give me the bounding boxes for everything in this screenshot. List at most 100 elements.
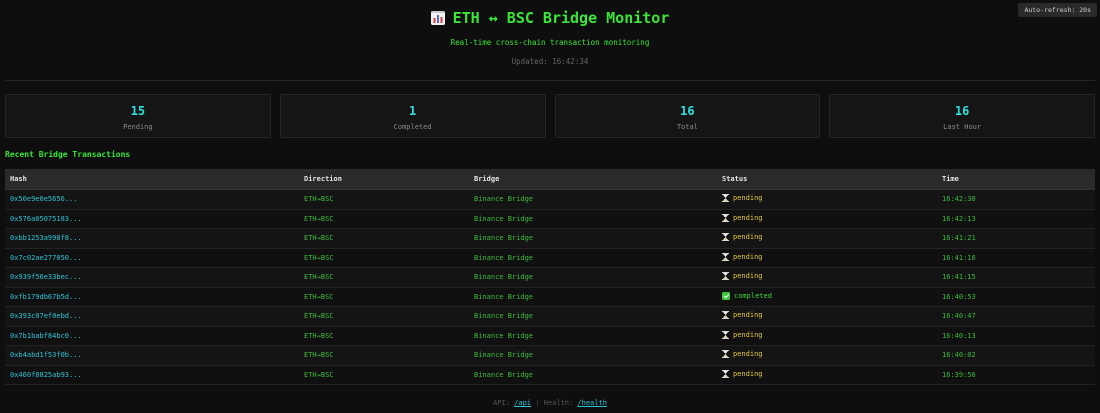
table-row: 0x7b1babf84bc0... ETH→BSC Binance Bridge pe… <box>5 326 1095 346</box>
tx-time: 16:42:13 <box>937 209 1095 229</box>
health-link[interactable]: /health <box>577 399 607 407</box>
tx-time: 16:41:21 <box>937 228 1095 249</box>
footer-health-label: Health: <box>543 399 574 407</box>
tx-status-cell: pending <box>717 345 937 366</box>
tx-hash[interactable]: 0x939f56e33bec... <box>5 267 299 288</box>
status-badge: pending <box>722 252 763 261</box>
check-icon <box>722 291 730 300</box>
tx-bridge: Binance Bridge <box>469 189 717 210</box>
hourglass-icon <box>722 194 729 203</box>
status-badge: pending <box>722 233 763 242</box>
tx-hash[interactable]: 0xb4abd1f53f0b... <box>5 345 299 366</box>
status-label: pending <box>733 350 763 359</box>
footer: API: /api | Health: /health <box>0 399 1100 407</box>
status-label: pending <box>733 311 763 320</box>
table-body: 0x50e9e0e5656... ETH→BSC Binance Bridge pen… <box>5 189 1095 385</box>
status-label: pending <box>733 369 763 378</box>
stat-card-last-hour: 16 Last Hour <box>829 94 1095 138</box>
table-row: 0x576a05075183... ETH→BSC Binance Bridge pe… <box>5 209 1095 229</box>
tx-direction: ETH→BSC <box>299 306 469 327</box>
status-label: pending <box>733 233 763 242</box>
status-badge: completed <box>722 291 772 300</box>
stat-label: Completed <box>393 123 432 131</box>
tx-hash[interactable]: 0xbb1253a998f8... <box>5 228 299 249</box>
tx-bridge: Binance Bridge <box>469 345 717 366</box>
bridge-monitor-page: Auto-refresh: 20s ETH ↔ BSC Bridge Monit… <box>0 0 1100 413</box>
stat-label: Last Hour <box>943 123 982 131</box>
tx-hash[interactable]: 0x7b1babf84bc0... <box>5 326 299 346</box>
tx-time: 16:40:02 <box>937 345 1095 366</box>
column-header-bridge: Bridge <box>469 169 717 190</box>
stat-value: 1 <box>409 104 417 118</box>
tx-time: 16:41:15 <box>937 267 1095 288</box>
table-row: 0xfb179db67b5d... ETH→BSC Binance Bridge co… <box>5 287 1095 307</box>
tx-direction: ETH→BSC <box>299 189 469 210</box>
tx-hash[interactable]: 0xfb179db67b5d... <box>5 287 299 307</box>
bar-chart-icon <box>430 11 445 25</box>
stats-row: 15 Pending 1 Completed 16 Total 16 Last … <box>0 81 1100 138</box>
hourglass-icon <box>722 369 729 378</box>
tx-status-cell: pending <box>717 365 937 385</box>
tx-status-cell: pending <box>717 267 937 288</box>
tx-status-cell: pending <box>717 248 937 268</box>
tx-direction: ETH→BSC <box>299 209 469 229</box>
tx-status-cell: pending <box>717 326 937 346</box>
status-label: pending <box>733 213 763 222</box>
section-title: Recent Bridge Transactions <box>5 150 131 159</box>
status-badge: pending <box>722 194 763 203</box>
column-header-hash: Hash <box>5 169 299 190</box>
tx-hash[interactable]: 0x393c07ef0ebd... <box>5 306 299 327</box>
stat-value: 15 <box>130 104 146 118</box>
status-badge: pending <box>722 369 763 378</box>
stat-card-total: 16 Total <box>554 94 821 138</box>
column-header-time: Time <box>937 169 1095 190</box>
tx-direction: ETH→BSC <box>299 267 469 288</box>
hourglass-icon <box>722 213 729 222</box>
tx-bridge: Binance Bridge <box>469 287 717 307</box>
tx-direction: ETH→BSC <box>299 345 469 366</box>
tx-bridge: Binance Bridge <box>469 209 717 229</box>
tx-bridge: Binance Bridge <box>469 248 717 268</box>
status-label: pending <box>733 194 763 203</box>
tx-status-cell: pending <box>717 209 937 229</box>
tx-time: 16:40:13 <box>937 326 1095 346</box>
status-badge: pending <box>722 272 763 281</box>
tx-status-cell: pending <box>717 189 937 210</box>
table-row: 0xbb1253a998f8... ETH→BSC Binance Bridge pe… <box>5 228 1095 249</box>
stat-value: 16 <box>680 104 695 118</box>
tx-time: 16:41:16 <box>937 248 1095 268</box>
status-label: completed <box>734 291 772 300</box>
tx-hash[interactable]: 0x460f8825ab93... <box>5 365 299 385</box>
api-link[interactable]: /api <box>514 399 531 407</box>
hourglass-icon <box>722 311 729 320</box>
tx-hash[interactable]: 0x7c02ae277050... <box>5 248 299 268</box>
tx-bridge: Binance Bridge <box>469 326 717 346</box>
tx-hash[interactable]: 0x50e9e0e5656... <box>5 189 299 210</box>
status-badge: pending <box>722 213 763 222</box>
tx-bridge: Binance Bridge <box>469 365 717 385</box>
page-title-text: ETH ↔ BSC Bridge Monitor <box>452 9 670 27</box>
tx-time: 16:40:53 <box>937 287 1095 307</box>
stat-value: 16 <box>954 104 970 118</box>
tx-direction: ETH→BSC <box>299 287 469 307</box>
tx-time: 16:42:30 <box>937 189 1095 210</box>
stat-card-completed: 1 Completed <box>279 94 546 138</box>
table-row: 0x393c07ef0ebd... ETH→BSC Binance Bridge pe… <box>5 306 1095 327</box>
stat-label: Total <box>676 123 698 131</box>
tx-direction: ETH→BSC <box>299 248 469 268</box>
tx-hash[interactable]: 0x576a05075183... <box>5 209 299 229</box>
tx-bridge: Binance Bridge <box>469 267 717 288</box>
status-label: pending <box>733 272 763 281</box>
hourglass-icon <box>722 350 729 359</box>
table-row: 0x7c02ae277050... ETH→BSC Binance Bridge pe… <box>5 248 1095 268</box>
column-header-direction: Direction <box>299 169 469 190</box>
transactions-table: Hash Direction Bridge Status Time 0x50e9… <box>5 169 1095 385</box>
table-header-row: Hash Direction Bridge Status Time <box>5 169 1095 190</box>
tx-direction: ETH→BSC <box>299 228 469 249</box>
tx-direction: ETH→BSC <box>299 365 469 385</box>
hourglass-icon <box>722 272 729 281</box>
hourglass-icon <box>722 330 729 339</box>
status-badge: pending <box>722 350 763 359</box>
header: ETH ↔ BSC Bridge Monitor Real-time cross… <box>0 0 1100 66</box>
auto-refresh-badge: Auto-refresh: 20s <box>1018 3 1097 17</box>
